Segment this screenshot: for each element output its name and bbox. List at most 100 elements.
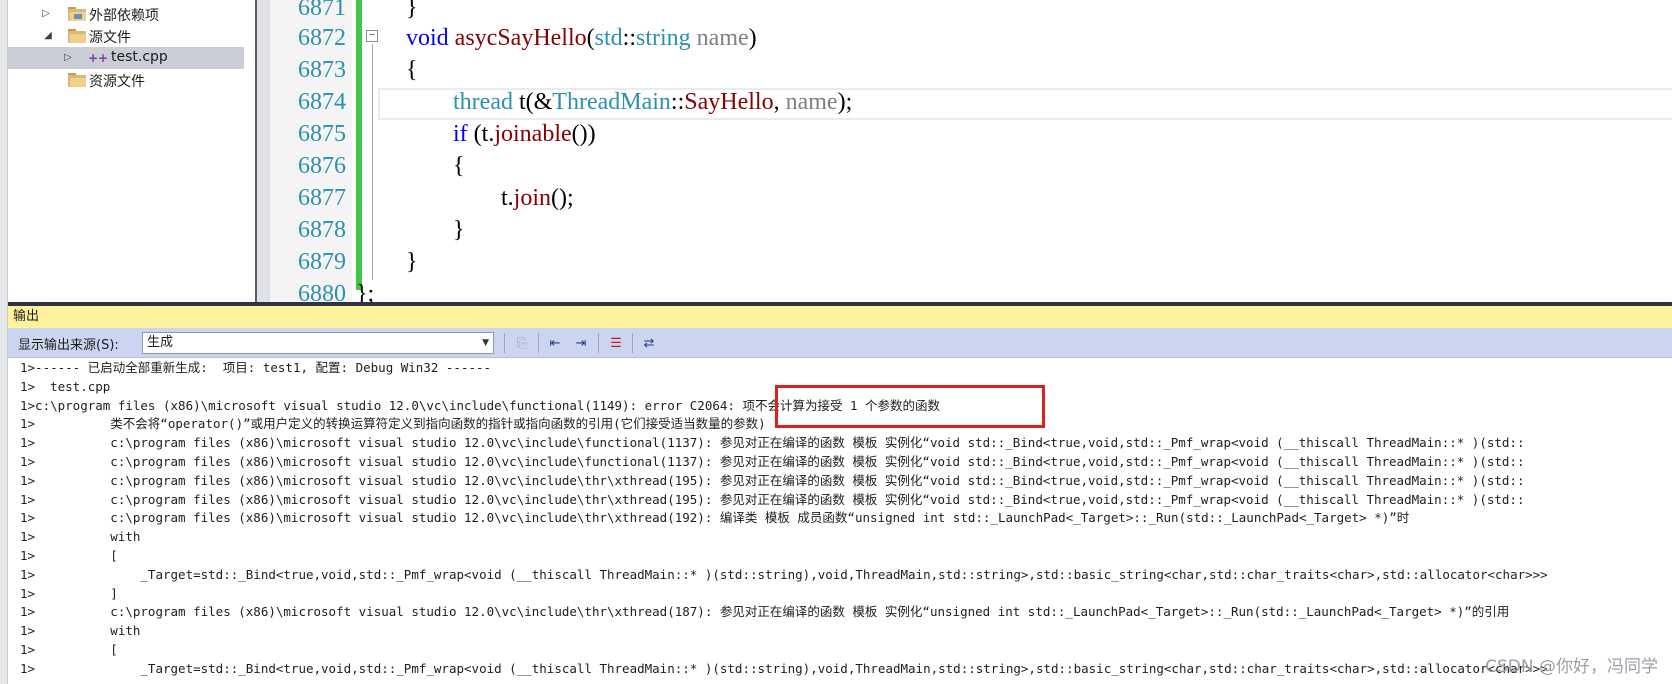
code-token: { xyxy=(453,153,465,179)
collapse-region-icon[interactable]: − xyxy=(366,30,378,42)
code-token: asycSayHello xyxy=(454,25,587,51)
code-token: (); xyxy=(551,185,574,211)
output-line: 1> [ xyxy=(20,548,118,563)
error-highlight-box xyxy=(775,385,1045,428)
tree-item-label: 源文件 xyxy=(89,30,131,46)
code-token: } xyxy=(406,0,418,21)
output-line: 1> c:\program files (x86)\microsoft visu… xyxy=(20,454,1525,469)
code-token: name xyxy=(696,25,749,51)
code-token: string xyxy=(636,25,691,51)
left-edge-strip xyxy=(0,0,8,684)
folder-icon xyxy=(68,73,86,87)
output-line: 1> [ xyxy=(20,642,118,657)
code-line: } xyxy=(406,0,418,24)
toolbar-separator xyxy=(538,333,539,353)
output-line: 1> _Target=std::_Bind<true,void,std::_Pm… xyxy=(20,566,1548,582)
collapse-arrow-icon[interactable]: ◢ xyxy=(42,30,54,42)
code-line: t.join(); xyxy=(501,182,574,214)
code-token: ) xyxy=(748,25,757,51)
code-token: if xyxy=(453,121,468,147)
output-toolbar: 显示输出来源(S): 生成 ▼ ⎘ ⇤ ⇥ ☰ ⇄ xyxy=(8,328,1672,358)
tree-item-external-deps[interactable]: ▷ 外部依赖项 xyxy=(8,3,255,25)
word-wrap-icon[interactable]: ⇄ xyxy=(638,333,660,353)
code-token: { xyxy=(406,57,418,83)
code-token: void xyxy=(406,25,449,51)
code-token: std xyxy=(594,25,623,51)
solution-explorer: ▷ 外部依赖项 ◢ 源文件 ▷ ++ test.cpp 资源文件 xyxy=(8,0,255,305)
tree-item-test-cpp[interactable]: ▷ ++ test.cpp xyxy=(8,47,244,69)
cpp-file-icon: ++ xyxy=(88,51,109,65)
expand-arrow-icon[interactable]: ▷ xyxy=(40,8,52,20)
vertical-splitter[interactable] xyxy=(255,0,270,305)
code-line: if (t.joinable()) xyxy=(453,118,596,150)
line-number: 6876 xyxy=(298,153,346,179)
output-source-label: 显示输出来源(S): xyxy=(18,338,119,353)
line-number-gutter: 6871 6872 6873 6874 6875 6876 6877 6878 … xyxy=(270,0,352,305)
line-number: 6872 xyxy=(298,25,346,51)
code-token: , xyxy=(773,89,786,115)
code-line: } xyxy=(406,246,418,278)
code-token: (t. xyxy=(467,121,495,147)
toolbar-separator xyxy=(632,333,633,353)
line-number: 6875 xyxy=(298,121,346,147)
code-token: thread xyxy=(453,89,513,115)
toolbar-separator xyxy=(504,333,505,353)
output-panel-title: 输出 xyxy=(8,306,1672,328)
code-token: } xyxy=(406,249,418,275)
code-editor[interactable]: 6871 6872 6873 6874 6875 6876 6877 6878 … xyxy=(270,0,1672,305)
line-number: 6878 xyxy=(298,217,346,243)
code-token: ); xyxy=(837,89,853,115)
output-line: 1> c:\program files (x86)\microsoft visu… xyxy=(20,510,1410,526)
watermark: CSDN @你好，冯同学 xyxy=(1485,657,1658,677)
folder-icon xyxy=(68,29,86,43)
code-line: { xyxy=(453,150,465,182)
tree-item-label: 外部依赖项 xyxy=(89,8,159,24)
find-message-icon[interactable]: ⎘ xyxy=(511,333,533,353)
code-token: ()) xyxy=(571,121,596,147)
folder-icon xyxy=(68,7,86,21)
output-line: 1> 类不会将“operator()”或用户定义的转换运算符定义到指向函数的指针… xyxy=(20,416,766,432)
line-number: 6874 xyxy=(298,89,346,115)
code-token: :: xyxy=(670,89,685,115)
next-message-icon[interactable]: ⇥ xyxy=(570,333,592,353)
output-line: 1> ] xyxy=(20,585,118,601)
code-token: name xyxy=(785,89,838,115)
code-token: join xyxy=(513,185,552,211)
line-number: 6873 xyxy=(298,57,346,83)
output-source-dropdown[interactable]: 生成 ▼ xyxy=(142,332,494,354)
output-source-value: 生成 xyxy=(147,335,174,350)
code-line: { xyxy=(406,54,418,86)
code-token: SayHello xyxy=(684,89,774,115)
previous-message-icon[interactable]: ⇤ xyxy=(544,333,566,353)
output-line: 1> c:\program files (x86)\microsoft visu… xyxy=(20,604,1510,620)
expand-arrow-icon[interactable]: ▷ xyxy=(62,52,74,64)
clear-all-icon[interactable]: ☰ xyxy=(605,333,627,353)
code-token: ThreadMain xyxy=(552,89,671,115)
code-line: }; xyxy=(356,278,374,305)
line-number: 6877 xyxy=(298,185,346,211)
chevron-down-icon: ▼ xyxy=(482,338,489,348)
output-line: 1> c:\program files (x86)\microsoft visu… xyxy=(20,435,1525,451)
outline-guide xyxy=(372,44,373,280)
line-number: 6871 xyxy=(298,0,346,21)
output-line: 1> test.cpp xyxy=(20,378,111,394)
output-line: 1>------ 已启动全部重新生成: 项目: test1, 配置: Debug… xyxy=(20,360,492,375)
output-line: 1> c:\program files (x86)\microsoft visu… xyxy=(20,491,1525,507)
output-line: 1> _Target=std::_Bind<true,void,std::_Pm… xyxy=(20,660,1548,676)
output-line: 1> c:\program files (x86)\microsoft visu… xyxy=(20,472,1525,488)
code-token: } xyxy=(453,217,465,243)
code-token: t(& xyxy=(512,89,553,115)
code-token: joinable xyxy=(494,121,572,147)
code-token: t. xyxy=(501,185,514,211)
toolbar-separator xyxy=(598,333,599,353)
output-line: 1> with xyxy=(20,529,141,545)
tree-item-label: 资源文件 xyxy=(89,74,145,90)
code-line: void asycSayHello(std::string name) xyxy=(406,22,757,54)
line-number: 6880 xyxy=(298,281,346,305)
output-line: 1> with xyxy=(20,623,141,639)
tree-item-resource-files[interactable]: 资源文件 xyxy=(8,69,255,91)
tree-item-source-files[interactable]: ◢ 源文件 xyxy=(8,25,255,47)
code-token: :: xyxy=(622,25,636,51)
tree-item-label: test.cpp xyxy=(111,49,168,65)
line-number: 6879 xyxy=(298,249,346,275)
